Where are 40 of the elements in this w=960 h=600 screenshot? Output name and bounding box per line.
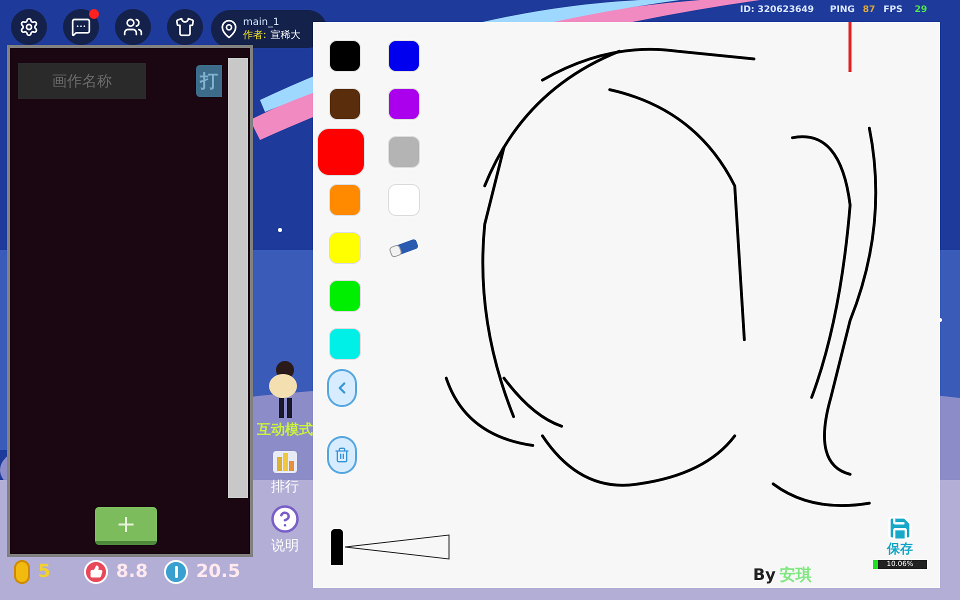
ping-label: PING xyxy=(830,4,855,17)
stat-value: 8.8 xyxy=(116,560,148,584)
stat-value: 20.5 xyxy=(196,560,240,584)
title-input[interactable]: 画作名称 xyxy=(18,63,146,99)
interactive-mode-label[interactable]: 互动模式 xyxy=(257,420,313,441)
fps-value: 29 xyxy=(914,4,928,17)
color-swatch[interactable] xyxy=(329,232,361,264)
color-swatch[interactable] xyxy=(329,40,361,72)
author-name: 宣稀大 xyxy=(270,30,300,40)
ping-value: 87 xyxy=(862,4,876,17)
color-swatch[interactable] xyxy=(388,40,420,72)
player-id: ID: 320623649 xyxy=(740,4,814,17)
help-button[interactable]: 说明 xyxy=(270,504,300,557)
color-swatch[interactable] xyxy=(329,88,361,120)
pen-stroke xyxy=(847,22,853,74)
color-swatch[interactable] xyxy=(329,184,361,216)
map-name: main_1 xyxy=(243,18,280,28)
trash-button[interactable] xyxy=(327,436,357,474)
fps-label: FPS xyxy=(883,4,903,17)
color-swatch[interactable] xyxy=(388,184,420,216)
artist-name: 安琪 xyxy=(780,564,812,586)
add-button[interactable]: + xyxy=(95,507,157,545)
brush-size-slider[interactable] xyxy=(331,529,451,565)
color-swatch[interactable] xyxy=(317,128,365,176)
ranking-button[interactable]: 排行 xyxy=(271,447,299,498)
save-button[interactable]: 保存 xyxy=(886,514,914,558)
open-button[interactable]: 打 xyxy=(196,65,222,97)
color-swatch[interactable] xyxy=(388,88,420,120)
credit-prefix: By xyxy=(753,564,776,586)
author-label: 作者: xyxy=(243,30,266,40)
stat-value: 5 xyxy=(38,560,51,584)
question-icon xyxy=(270,504,300,534)
map-pin-icon xyxy=(219,19,239,39)
color-swatch[interactable] xyxy=(329,280,361,312)
scrollbar[interactable] xyxy=(228,58,248,498)
trash-icon xyxy=(334,447,350,463)
color-swatch[interactable] xyxy=(388,136,420,168)
color-swatch[interactable] xyxy=(329,328,361,360)
back-button[interactable] xyxy=(327,369,357,407)
slider-thumb[interactable] xyxy=(331,529,343,565)
